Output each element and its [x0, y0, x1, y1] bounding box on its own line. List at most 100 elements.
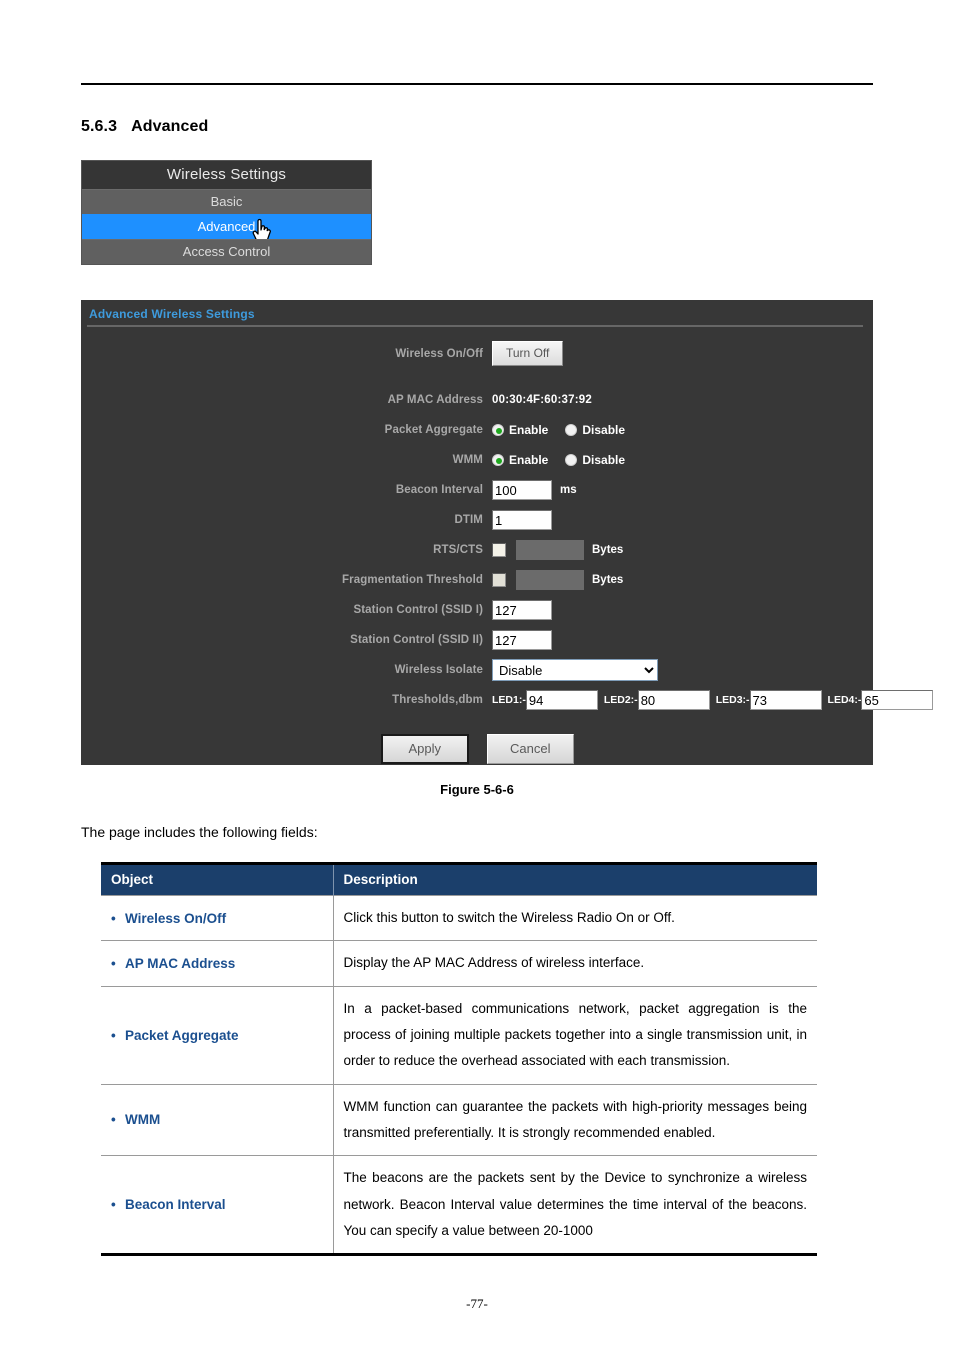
option-label: Disable	[582, 453, 626, 467]
radio-unselected-icon[interactable]	[565, 424, 578, 436]
table-row: • WMM WMM function can guarantee the pack…	[101, 1083, 817, 1156]
table-header-row: Object Description	[101, 863, 817, 896]
advanced-wireless-settings-panel: Advanced Wireless Settings Wireless On/O…	[81, 300, 934, 765]
station-control-ssid1-label: Station Control (SSID I)	[353, 604, 483, 616]
panel-title-divider	[87, 325, 863, 327]
row-thresholds: Thresholds,dbm LED1:- LED2:- LED3:-	[81, 688, 934, 712]
row-object-cell: • WMM	[101, 1083, 334, 1156]
row-station-control-ssid2: Station Control (SSID II)	[81, 628, 873, 652]
row-object-cell: • Packet Aggregate	[101, 985, 334, 1085]
page-header-rule	[81, 83, 873, 85]
station-control-ssid2-input[interactable]	[492, 630, 552, 650]
packet-aggregate-disable-option[interactable]: Disable	[565, 423, 625, 437]
beacon-interval-unit: ms	[560, 484, 577, 496]
bullet-icon: •	[111, 1027, 116, 1043]
led3-field: LED3:-	[716, 690, 822, 710]
fragmentation-threshold-label: Fragmentation Threshold	[342, 574, 483, 586]
fragmentation-threshold-input[interactable]	[516, 570, 584, 590]
led4-label: LED4:-	[827, 694, 862, 706]
dtim-input[interactable]	[492, 510, 552, 530]
station-control-ssid1-input[interactable]	[492, 600, 552, 620]
object-label: AP MAC Address	[125, 955, 236, 971]
row-object-cell: • AP MAC Address	[101, 940, 334, 987]
option-label: Enable	[509, 453, 549, 467]
led3-label: LED3:-	[715, 694, 750, 706]
sidebar-item-label: Advanced	[197, 219, 256, 234]
sidebar-item-basic[interactable]: Basic	[82, 189, 371, 214]
wireless-isolate-select[interactable]: Disable	[492, 659, 658, 681]
station-control-ssid2-label: Station Control (SSID II)	[350, 634, 483, 646]
row-description-cell: Display the AP MAC Address of wireless i…	[333, 940, 817, 987]
led1-input[interactable]	[525, 690, 598, 710]
turn-off-button[interactable]: Turn Off	[492, 341, 564, 366]
beacon-interval-label: Beacon Interval	[395, 484, 483, 496]
object-label: Packet Aggregate	[125, 1027, 239, 1043]
row-ap-mac-address: AP MAC Address 00:30:4F:60:37:92	[81, 388, 873, 412]
table-row: • Beacon Interval The beacons are the pac…	[101, 1155, 817, 1255]
page-title: 5.6.3 Advanced	[81, 118, 208, 136]
wmm-enable-option[interactable]: Enable	[492, 453, 548, 467]
fragmentation-threshold-unit: Bytes	[592, 574, 624, 586]
led1-field: LED1:-	[492, 690, 598, 710]
wmm-disable-option[interactable]: Disable	[565, 453, 625, 467]
row-description-cell: Click this button to switch the Wireless…	[333, 894, 817, 941]
packet-aggregate-label: Packet Aggregate	[384, 424, 483, 436]
sidebar-item-advanced[interactable]: Advanced	[82, 214, 371, 245]
bullet-icon: •	[111, 910, 116, 926]
advanced-settings-form: Wireless On/Off Turn Off AP MAC Address …	[81, 341, 934, 764]
wireless-settings-menu: Wireless Settings Basic Advanced Access …	[81, 160, 372, 265]
rts-cts-input[interactable]	[516, 540, 584, 560]
sidebar-item-access-control[interactable]: Access Control	[82, 239, 371, 264]
wmm-label: WMM	[452, 454, 483, 466]
led4-field: LED4:-	[828, 690, 934, 710]
row-fragmentation-threshold: Fragmentation Threshold Bytes	[81, 568, 873, 592]
object-label: Beacon Interval	[125, 1197, 226, 1213]
beacon-interval-input[interactable]	[492, 480, 552, 500]
led2-field: LED2:-	[604, 690, 710, 710]
radio-unselected-icon[interactable]	[565, 454, 578, 466]
row-description-cell: WMM function can guarantee the packets w…	[333, 1083, 817, 1156]
led3-input[interactable]	[749, 690, 822, 710]
radio-selected-icon[interactable]	[492, 454, 504, 466]
section-number: 5.6.3	[81, 118, 118, 135]
ap-mac-address-label: AP MAC Address	[387, 394, 483, 406]
rts-cts-checkbox[interactable]	[492, 543, 506, 557]
figure-caption: Figure 5-6-6	[440, 782, 514, 797]
bullet-icon: •	[111, 955, 116, 971]
radio-selected-icon[interactable]	[492, 424, 504, 436]
wmm-radio-group: Enable Disable	[492, 453, 642, 467]
cancel-button[interactable]: Cancel	[487, 734, 574, 764]
apply-button[interactable]: Apply	[380, 734, 470, 764]
table-row: • AP MAC Address Display the AP MAC Addre…	[101, 940, 817, 987]
row-dtim: DTIM	[81, 508, 873, 532]
bullet-icon: •	[111, 1197, 116, 1213]
wireless-onoff-label: Wireless On/Off	[395, 347, 483, 360]
thresholds-label: Thresholds,dbm	[392, 694, 483, 706]
wireless-isolate-label: Wireless Isolate	[394, 664, 483, 676]
option-label: Enable	[509, 423, 549, 437]
form-action-buttons: Apply Cancel	[81, 734, 873, 764]
packet-aggregate-radio-group: Enable Disable	[492, 423, 642, 437]
rts-cts-unit: Bytes	[592, 544, 624, 556]
led2-input[interactable]	[637, 690, 710, 710]
menu-title: Wireless Settings	[82, 161, 371, 189]
field-description-table: Object Description • Wireless On/Off Clic…	[101, 862, 817, 1257]
panel-title: Advanced Wireless Settings	[89, 307, 255, 321]
led4-input[interactable]	[861, 690, 934, 710]
fragmentation-threshold-checkbox[interactable]	[492, 573, 506, 587]
column-header-object: Object	[101, 863, 334, 896]
row-wireless-onoff: Wireless On/Off Turn Off	[81, 341, 873, 366]
dtim-label: DTIM	[454, 514, 483, 526]
row-station-control-ssid1: Station Control (SSID I)	[81, 598, 873, 622]
row-object-cell: • Wireless On/Off	[101, 894, 334, 941]
row-wmm: WMM Enable Disable	[81, 448, 873, 472]
row-object-cell: • Beacon Interval	[101, 1155, 334, 1255]
column-header-description: Description	[333, 863, 817, 896]
intro-text: The page includes the following fields:	[81, 824, 318, 840]
packet-aggregate-enable-option[interactable]: Enable	[492, 423, 548, 437]
led1-label: LED1:-	[492, 694, 526, 706]
page-number: -77-	[466, 1296, 488, 1311]
ap-mac-address-value: 00:30:4F:60:37:92	[492, 394, 592, 406]
rts-cts-label: RTS/CTS	[433, 544, 483, 556]
sidebar-item-label: Access Control	[182, 244, 271, 259]
